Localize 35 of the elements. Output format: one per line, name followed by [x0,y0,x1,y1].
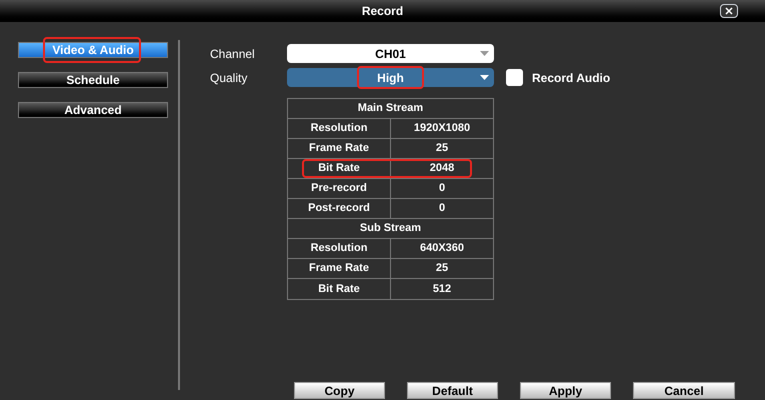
table-cell-text: 0 [438,181,446,196]
close-button[interactable] [720,4,738,18]
checkbox[interactable] [506,69,523,86]
caret-icon [480,51,489,56]
sidebar-tab[interactable]: Advanced [18,102,168,118]
action-button[interactable]: Default [407,382,498,399]
table-cell-text: 2048 [428,161,456,176]
table-cell: Resolution [288,239,391,258]
table-cell-text: 25 [434,141,450,156]
section-header: Main Stream [288,99,493,119]
table-cell: Bit Rate [288,279,391,299]
checkbox-label: Record Audio [532,70,610,86]
table-cell: Frame Rate [288,139,391,158]
window-title: Record [362,3,404,20]
caret-icon [480,75,489,80]
action-button[interactable]: Cancel [633,382,735,399]
channel-dropdown[interactable]: CH01 [287,44,494,63]
action-button[interactable]: Apply [520,382,611,399]
quality-dropdown[interactable]: High [287,68,494,87]
close-icon [725,7,733,15]
field-label: Quality [210,70,248,86]
field-label: Channel [210,46,256,62]
section-header: Sub Stream [288,219,493,239]
action-button[interactable]: Copy [294,382,385,399]
table-cell-text: 640X360 [418,241,466,256]
table-cell-text: 0 [438,201,446,216]
table-cell: Resolution [288,119,391,138]
table-cell-text: 25 [434,261,450,276]
table-cell: Post-record [288,199,391,218]
table-cell-text: 512 [432,282,452,297]
table-cell: Frame Rate [288,259,391,278]
sidebar-tab[interactable]: Schedule [18,72,168,88]
table-cell-text: 1920X1080 [412,121,472,136]
table-cell: Pre-record [288,179,391,198]
table-cell: Bit Rate [288,159,391,178]
